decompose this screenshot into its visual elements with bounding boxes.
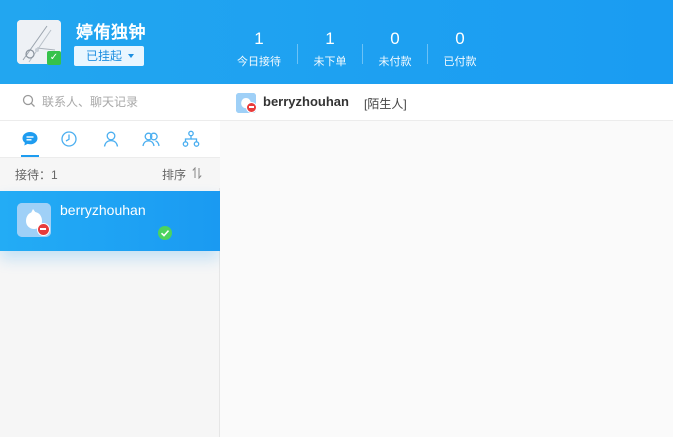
contact-tag: [陌生人] (364, 97, 407, 111)
sort-icon[interactable] (192, 167, 202, 179)
stat-value: 1 (254, 29, 264, 48)
search-input[interactable] (42, 93, 202, 111)
tab-organization[interactable] (181, 129, 201, 151)
online-check-icon: ✓ (47, 51, 61, 65)
status-label: 已挂起 (86, 49, 123, 63)
sidebar-tabs (0, 121, 220, 158)
chat-header: berryzhouhan [陌生人] (220, 84, 673, 121)
stat-value: 0 (390, 29, 400, 48)
stat-unpaid[interactable]: 0 未付款 (362, 30, 428, 69)
chevron-down-icon (128, 54, 134, 58)
session-name: berryzhouhan (60, 202, 146, 218)
stat-value: 0 (455, 29, 465, 48)
sort-button[interactable]: 排序 (162, 166, 186, 183)
reception-count: 接待：1 (15, 168, 58, 182)
person-icon (103, 131, 119, 147)
tab-groups[interactable] (141, 129, 161, 151)
tab-conversations[interactable] (20, 129, 40, 157)
contact-sidebar: 接待：1 排序 berryzhouhan (0, 84, 220, 437)
stranger-badge-icon (246, 102, 257, 113)
chat-bubble-icon (22, 132, 38, 146)
stat-label: 未付款 (378, 56, 412, 68)
agent-name: 婷侑独钟 (76, 23, 146, 42)
contact-name: berryzhouhan (263, 94, 349, 109)
group-icon (142, 132, 160, 147)
top-header: ✓ 婷侑独钟 已挂起 1 今日接待 1 未下单 0 未付款 0 已付款 (0, 0, 673, 84)
stat-not-ordered[interactable]: 1 未下单 (297, 30, 363, 69)
stat-today-served[interactable]: 1 今日接待 (226, 30, 292, 69)
stranger-badge-icon (37, 223, 50, 236)
stat-label: 已付款 (443, 56, 477, 68)
check-icon (158, 226, 172, 240)
search-icon (22, 94, 35, 107)
list-toolbar: 接待：1 排序 (0, 158, 220, 188)
stat-label: 今日接待 (237, 56, 281, 68)
stat-paid[interactable]: 0 已付款 (427, 30, 493, 69)
stat-value: 1 (325, 29, 335, 48)
stat-label: 未下单 (313, 56, 347, 68)
session-item[interactable]: berryzhouhan (0, 191, 220, 251)
check-mark (160, 230, 170, 237)
search-bar (0, 84, 220, 121)
org-tree-icon (182, 130, 200, 147)
status-dropdown[interactable]: 已挂起 (74, 46, 144, 66)
tab-history[interactable] (59, 129, 79, 151)
clock-icon (61, 131, 77, 147)
tab-contacts[interactable] (101, 129, 121, 151)
chat-panel: berryzhouhan [陌生人] (220, 84, 673, 437)
